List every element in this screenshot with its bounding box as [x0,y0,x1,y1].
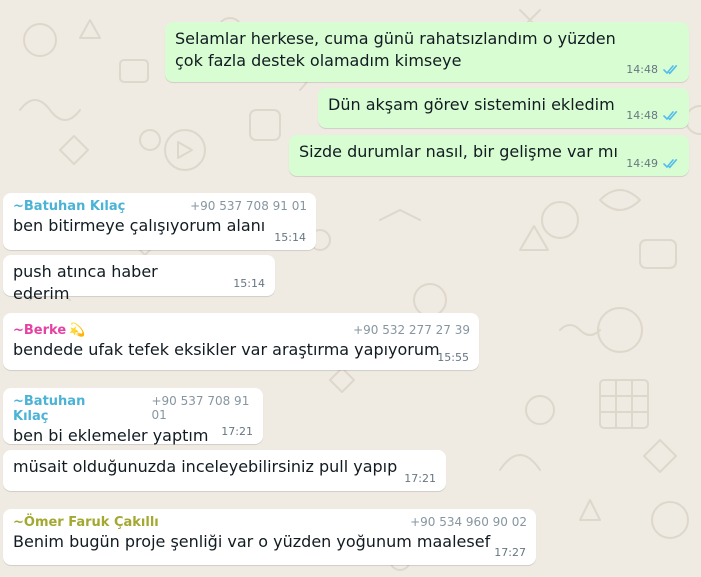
double-check-read-icon [663,159,678,169]
message-meta: 15:55 [437,351,469,364]
message-time: 17:27 [494,546,526,559]
double-check-read-icon [663,111,678,121]
incoming-message[interactable]: ~Batuhan Kılaç +90 537 708 91 01 ben bi … [3,388,263,445]
message-meta: 14:49 [626,157,679,170]
incoming-message[interactable]: push atınca haber ederim 15:14 [3,255,275,303]
message-text: ben bitirmeye çalışıyorum alanı [13,216,266,235]
message-time: 17:21 [221,425,253,438]
incoming-message[interactable]: ~Batuhan Kılaç +90 537 708 91 01 ben bit… [3,193,316,250]
sender-phone: +90 534 960 90 02 [410,515,527,529]
incoming-message[interactable]: müsait olduğunuzda inceleyebilirsiniz pu… [3,450,446,491]
message-time: 14:48 [626,63,658,76]
sender-emoji: 💫 [69,323,86,338]
message-text: Selamlar herkese, cuma günü rahatsızland… [175,29,621,70]
outgoing-message[interactable]: Sizde durumlar nasıl, bir gelişme var mı… [289,135,689,176]
sender-phone: +90 532 277 27 39 [353,323,470,337]
message-time: 14:49 [626,157,658,170]
message-meta: 17:21 [404,472,436,485]
message-meta: 15:14 [233,277,265,290]
sender-name[interactable]: ~Ömer Faruk Çakıllı [13,515,159,530]
message-text: bendede ufak tefek eksikler var araştırm… [13,340,440,359]
message-meta: 14:48 [626,63,679,76]
message-text: ben bi eklemeler yaptım [13,426,209,445]
sender-name[interactable]: ~Batuhan Kılaç [13,394,111,424]
sender-name[interactable]: ~Batuhan Kılaç [13,199,125,214]
sender-phone: +90 537 708 91 01 [151,394,250,422]
sender-row: ~Ömer Faruk Çakıllı +90 534 960 90 02 [13,515,527,530]
sender-phone: +90 537 708 91 01 [190,199,307,213]
message-meta: 15:14 [274,231,306,244]
message-time: 17:21 [404,472,436,485]
outgoing-message[interactable]: Dün akşam görev sistemini ekledim 14:48 [318,88,689,128]
message-text: push atınca haber ederim [13,262,163,303]
message-text: müsait olduğunuzda inceleyebilirsiniz pu… [13,457,398,476]
sender-row: ~Berke 💫 +90 532 277 27 39 [13,319,470,338]
message-meta: 14:48 [626,109,679,122]
incoming-message[interactable]: ~Ömer Faruk Çakıllı +90 534 960 90 02 Be… [3,509,536,565]
sender-name[interactable]: ~Berke [13,323,66,338]
message-meta: 17:21 [221,425,253,438]
message-meta: 17:27 [494,546,526,559]
double-check-read-icon [663,65,678,75]
chat-message-list[interactable]: Selamlar herkese, cuma günü rahatsızland… [0,0,701,577]
message-time: 15:14 [274,231,306,244]
message-time: 14:48 [626,109,658,122]
message-time: 15:14 [233,277,265,290]
message-text: Sizde durumlar nasıl, bir gelişme var mı [299,142,618,161]
message-time: 15:55 [437,351,469,364]
incoming-message[interactable]: ~Berke 💫 +90 532 277 27 39 bendede ufak t… [3,313,479,370]
sender-row: ~Batuhan Kılaç +90 537 708 91 01 [13,394,254,424]
outgoing-message[interactable]: Selamlar herkese, cuma günü rahatsızland… [165,22,689,82]
sender-name-wrap: ~Berke 💫 [13,319,85,338]
sender-row: ~Batuhan Kılaç +90 537 708 91 01 [13,199,307,214]
message-text: Benim bugün proje şenliği var o yüzden y… [13,532,491,551]
